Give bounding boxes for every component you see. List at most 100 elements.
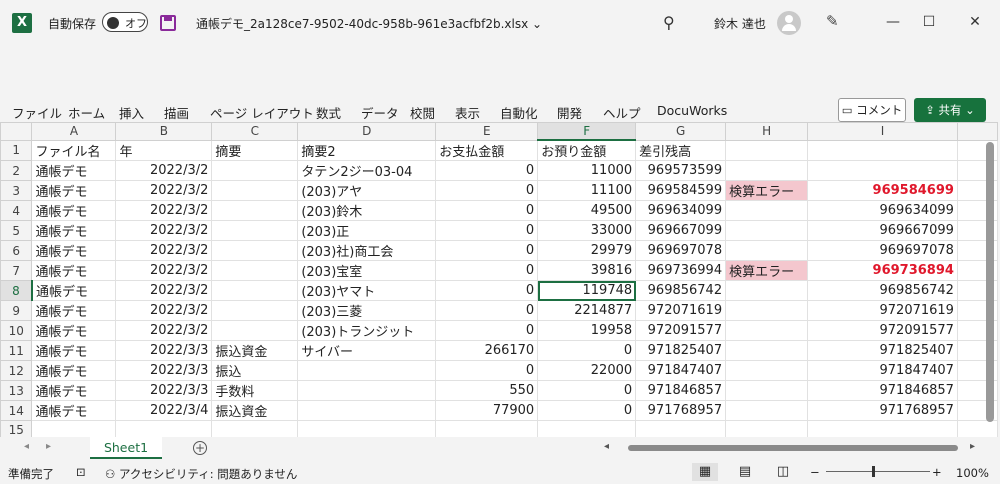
cell-h11[interactable]	[725, 340, 809, 361]
cell-d1[interactable]: 摘要2	[297, 139, 437, 161]
cell-i15[interactable]	[807, 420, 958, 437]
cell-e1[interactable]: お支払金額	[435, 139, 539, 161]
cell-g12[interactable]: 971847407	[635, 360, 727, 381]
cell-g4[interactable]: 969634099	[635, 200, 727, 221]
cell-g10[interactable]: 972091577	[635, 320, 727, 341]
cell-a14[interactable]: 通帳デモ	[31, 400, 117, 421]
column-header-e[interactable]: E	[435, 122, 539, 141]
cell-b6[interactable]: 2022/3/2	[115, 240, 213, 261]
cell-d7[interactable]: (203)宝室	[297, 260, 437, 281]
column-header-d[interactable]: D	[297, 122, 437, 141]
cell-g15[interactable]	[635, 420, 727, 437]
cell-c10[interactable]	[211, 320, 299, 341]
row-header[interactable]: 14	[0, 400, 33, 421]
column-header-c[interactable]: C	[211, 122, 299, 141]
cell-i9[interactable]: 972071619	[807, 300, 958, 321]
cell-e13[interactable]: 550	[435, 380, 539, 401]
cell-c13[interactable]: 手数料	[211, 380, 299, 401]
minimize-button[interactable]: —	[878, 10, 908, 34]
cell-g3[interactable]: 969584599	[635, 180, 727, 201]
cell-f12[interactable]: 22000	[537, 360, 637, 381]
cell-b7[interactable]: 2022/3/2	[115, 260, 213, 281]
select-all-corner[interactable]	[0, 122, 33, 141]
cell-b5[interactable]: 2022/3/2	[115, 220, 213, 241]
cell-b12[interactable]: 2022/3/3	[115, 360, 213, 381]
cell-b2[interactable]: 2022/3/2	[115, 160, 213, 181]
cell-f15[interactable]	[537, 420, 637, 437]
accessibility-status[interactable]: ⚇ アクセシビリティ: 問題ありません	[105, 466, 297, 482]
cell-e11[interactable]: 266170	[435, 340, 539, 361]
cell-a4[interactable]: 通帳デモ	[31, 200, 117, 221]
cell-c4[interactable]	[211, 200, 299, 221]
row-header[interactable]: 6	[0, 240, 33, 261]
cell-e2[interactable]: 0	[435, 160, 539, 181]
avatar[interactable]	[777, 11, 801, 35]
cell-d3[interactable]: (203)アヤ	[297, 180, 437, 201]
cell-h8[interactable]	[725, 280, 809, 301]
cell-g6[interactable]: 969697078	[635, 240, 727, 261]
cell-i2[interactable]	[807, 160, 958, 181]
cell-f6[interactable]: 29979	[537, 240, 637, 261]
cell-h4[interactable]	[725, 200, 809, 221]
cell-h10[interactable]	[725, 320, 809, 341]
row-header[interactable]: 9	[0, 300, 33, 321]
cell-h13[interactable]	[725, 380, 809, 401]
cell-i6[interactable]: 969697078	[807, 240, 958, 261]
cell-c5[interactable]	[211, 220, 299, 241]
cell-e6[interactable]: 0	[435, 240, 539, 261]
cell-a2[interactable]: 通帳デモ	[31, 160, 117, 181]
cell-a7[interactable]: 通帳デモ	[31, 260, 117, 281]
cell-b11[interactable]: 2022/3/3	[115, 340, 213, 361]
search-icon[interactable]: ⚲	[663, 13, 681, 32]
cell-g14[interactable]: 971768957	[635, 400, 727, 421]
page-break-view-icon[interactable]: ◫	[770, 463, 796, 481]
column-header-g[interactable]: G	[635, 122, 727, 141]
cell-c12[interactable]: 振込	[211, 360, 299, 381]
cell-c15[interactable]	[211, 420, 299, 437]
cell-a6[interactable]: 通帳デモ	[31, 240, 117, 261]
row-header[interactable]: 2	[0, 160, 33, 181]
cell-a8[interactable]: 通帳デモ	[31, 280, 117, 301]
next-sheet-icon[interactable]: ▸	[46, 441, 51, 452]
cell-h9[interactable]	[725, 300, 809, 321]
cell-e10[interactable]: 0	[435, 320, 539, 341]
cell-h6[interactable]	[725, 240, 809, 261]
row-header[interactable]: 8	[0, 280, 33, 301]
row-header[interactable]: 3	[0, 180, 33, 201]
cell-f10[interactable]: 19958	[537, 320, 637, 341]
cell-g9[interactable]: 972071619	[635, 300, 727, 321]
cell-f8[interactable]: 119748	[537, 280, 637, 301]
cell-f3[interactable]: 11100	[537, 180, 637, 201]
cell-h1[interactable]	[725, 139, 809, 161]
cell-i11[interactable]: 971825407	[807, 340, 958, 361]
cell-e4[interactable]: 0	[435, 200, 539, 221]
cell-b9[interactable]: 2022/3/2	[115, 300, 213, 321]
scroll-thumb[interactable]	[628, 445, 958, 451]
row-header[interactable]: 5	[0, 220, 33, 241]
cell-i1[interactable]	[807, 139, 958, 161]
cell-f7[interactable]: 39816	[537, 260, 637, 281]
page-layout-view-icon[interactable]: ▤	[732, 463, 758, 481]
cell-f13[interactable]: 0	[537, 380, 637, 401]
save-icon[interactable]	[160, 15, 176, 31]
column-header-a[interactable]: A	[31, 122, 117, 141]
spreadsheet-grid[interactable]: ABCDEFGHI 1 ファイル名年摘要 摘要2 お支払金額 お預り金額 差引残高 2 通帳デ…	[0, 122, 998, 437]
cell-c6[interactable]	[211, 240, 299, 261]
zoom-in-icon[interactable]: +	[932, 465, 942, 479]
cell-a15[interactable]	[31, 420, 117, 437]
column-header-b[interactable]: B	[115, 122, 213, 141]
cell-g13[interactable]: 971846857	[635, 380, 727, 401]
cell-c8[interactable]	[211, 280, 299, 301]
cell-c7[interactable]	[211, 260, 299, 281]
horizontal-scrollbar[interactable]	[616, 443, 972, 453]
cell-c14[interactable]: 振込資金	[211, 400, 299, 421]
cell-f2[interactable]: 11000	[537, 160, 637, 181]
scroll-left-icon[interactable]: ◂	[604, 441, 609, 452]
row-header[interactable]: 4	[0, 200, 33, 221]
row-header[interactable]: 13	[0, 380, 33, 401]
cell-i8[interactable]: 969856742	[807, 280, 958, 301]
cell-i7[interactable]: 969736894	[807, 260, 958, 281]
cell-h15[interactable]	[725, 420, 809, 437]
cell-a13[interactable]: 通帳デモ	[31, 380, 117, 401]
cell-e8[interactable]: 0	[435, 280, 539, 301]
